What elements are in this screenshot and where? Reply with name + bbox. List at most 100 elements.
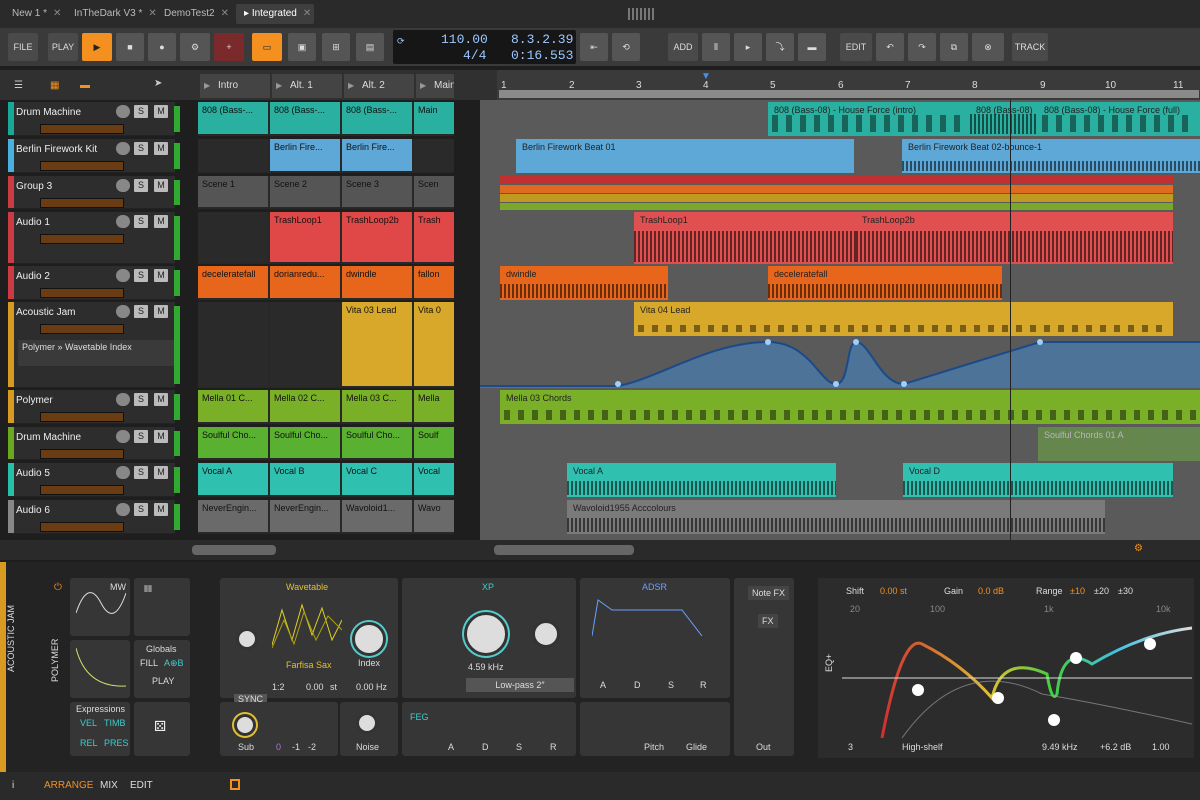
track-header[interactable]: Group 3 SM [8,176,180,209]
solo-button[interactable]: S [134,503,148,516]
time-signature[interactable]: 4/4 [463,48,486,63]
file-button[interactable]: FILE [8,33,38,61]
record-arm-button[interactable] [116,179,130,192]
launcher-clip[interactable]: Mella 01 C... [198,390,268,422]
power-icon[interactable]: ⏻ [54,582,62,593]
arrange-clip-berlin-02[interactable]: Berlin Firework Beat 02-bounce-1 [902,139,1200,173]
track-name[interactable]: Drum Machine [16,107,81,118]
clip-grid-icon[interactable]: ▦ [50,80,59,91]
launcher-clip[interactable]: Berlin Fire... [342,139,412,171]
arrange-clip-mella-chords[interactable]: Mella 03 Chords [500,390,1200,424]
record-arm-button[interactable] [116,105,130,118]
launcher-clip[interactable] [414,139,454,171]
launcher-clip[interactable]: Soulf [414,427,454,458]
launcher-clip[interactable]: Scene 1 [198,176,268,207]
arranger-scrollbar[interactable] [494,545,634,555]
cutoff-knob[interactable] [464,612,508,656]
zoom-icon[interactable]: ⚙ [1134,543,1143,554]
launcher-clip[interactable]: Mella [414,390,454,422]
note-fx-button[interactable]: Note FX [748,586,790,600]
eq-band-2-handle[interactable] [992,692,1004,704]
launcher-clip[interactable]: Vocal A [198,463,268,495]
automation-point[interactable] [901,381,907,387]
eq-range-10[interactable]: ±10 [1070,586,1085,596]
filter-section[interactable]: XP 4.59 kHz Low-pass 2″ [402,578,576,698]
arrange-tab[interactable]: ARRANGE [44,780,93,791]
eq-range-20[interactable]: ±20 [1094,586,1109,596]
eq-band-5-handle[interactable] [1048,714,1060,726]
track-header[interactable]: Audio 5 SM [8,463,180,497]
tempo-display[interactable]: 110.00 [441,32,488,47]
pitch-knob[interactable] [236,628,258,650]
solo-button[interactable]: S [134,215,148,228]
mute-button[interactable]: M [154,503,168,516]
automation-lane[interactable] [480,338,1200,388]
mute-button[interactable]: M [154,105,168,118]
launcher-clip[interactable]: Vocal C [342,463,412,495]
octave-0[interactable]: 0 [276,742,281,752]
volume-fader[interactable] [40,324,124,334]
add-button[interactable]: ADD [668,33,698,61]
adsr-title[interactable]: ADSR [642,582,667,592]
voice-panel[interactable]: Pitch Glide [580,702,730,756]
mute-button[interactable]: M [154,430,168,443]
arrange-clip-soulful[interactable]: Soulful Chords 01 A [1038,427,1200,461]
launcher-clip[interactable]: Scene 2 [270,176,340,207]
stop-button[interactable]: ■ [116,33,144,61]
record-arm-button[interactable] [116,430,130,443]
noise-knob[interactable] [356,712,378,734]
eq-band-3-handle[interactable] [1144,638,1156,650]
loop-region-bar[interactable] [499,90,1199,98]
launcher-clip[interactable]: TrashLoop2b [342,212,412,262]
track-header[interactable]: Drum Machine S M [8,102,180,136]
delete-icon[interactable]: ⊗ [972,33,1004,61]
eq-band-4-handle[interactable] [1070,652,1082,664]
folder-icon[interactable]: ▬ [798,33,826,61]
mute-button[interactable]: M [154,305,168,318]
info-icon[interactable]: i [12,780,14,791]
launcher-clip[interactable]: 808 (Bass-... [270,102,340,134]
launcher-clip[interactable]: Soulful Cho... [198,427,268,458]
track-name[interactable]: Group 3 [16,181,52,192]
play-label[interactable]: PLAY [152,676,174,686]
expressions-panel[interactable]: Expressions VEL TIMB REL PRES [70,702,130,756]
piano-icon[interactable]: ⦀ [702,33,730,61]
arrange-clip-dwindle[interactable]: dwindle [500,266,668,300]
scene-header-alt2[interactable]: Alt. 2 [344,74,414,98]
launcher-clip[interactable]: dorianredu... [270,266,340,298]
fill-label[interactable]: FILL [140,658,158,668]
track-menu-icon[interactable]: ☰ [14,80,23,91]
track-name[interactable]: Audio 6 [16,505,50,516]
arrange-clip-trashloop2b[interactable]: TrashLoop2b [856,212,1173,264]
tab-integrated[interactable]: ▸ Integrated ✕ [236,4,314,24]
arrange-clip-vita-lead[interactable]: Vita 04 Lead [634,302,1173,336]
launcher-clip[interactable]: TrashLoop1 [270,212,340,262]
arrange-clip-deceleratefall[interactable]: deceleratefall [768,266,1002,300]
mute-button[interactable]: M [154,179,168,192]
launcher-clip[interactable]: NeverEngin... [270,500,340,532]
automation-point[interactable] [1037,339,1043,345]
copy-icon[interactable]: ⧉ [940,33,968,61]
launcher-clip[interactable]: 808 (Bass-... [342,102,412,134]
arrange-clip-vocal-a[interactable]: Vocal A [567,463,836,497]
record-arm-button[interactable] [116,269,130,282]
eq-plus-device[interactable]: Shift 0.00 st Gain 0.0 dB Range ±10 ±20 … [818,578,1194,758]
record-arm-button[interactable] [116,142,130,155]
volume-fader[interactable] [40,412,124,422]
close-icon[interactable]: ✕ [303,8,311,19]
launcher-clip[interactable]: Trash [414,212,454,262]
ab-label[interactable]: A⊕B [164,658,184,669]
import-icon[interactable]: ⤵ [766,33,794,61]
sub-knob[interactable] [234,714,256,736]
volume-fader[interactable] [40,485,124,495]
mute-button[interactable]: M [154,142,168,155]
track-button[interactable]: TRACK [1012,33,1048,61]
sub-oscillator[interactable]: Sub 0 -1 -2 [220,702,338,756]
solo-button[interactable]: S [134,269,148,282]
arrange-clip-trashloop1[interactable]: TrashLoop1 [634,212,856,264]
undo-icon[interactable]: ↶ [876,33,904,61]
mute-button[interactable]: M [154,215,168,228]
track-header[interactable]: Audio 1 SM [8,212,180,264]
position-bars[interactable]: 8.3.2.39 [511,32,573,47]
track-name[interactable]: Polymer [16,395,53,406]
